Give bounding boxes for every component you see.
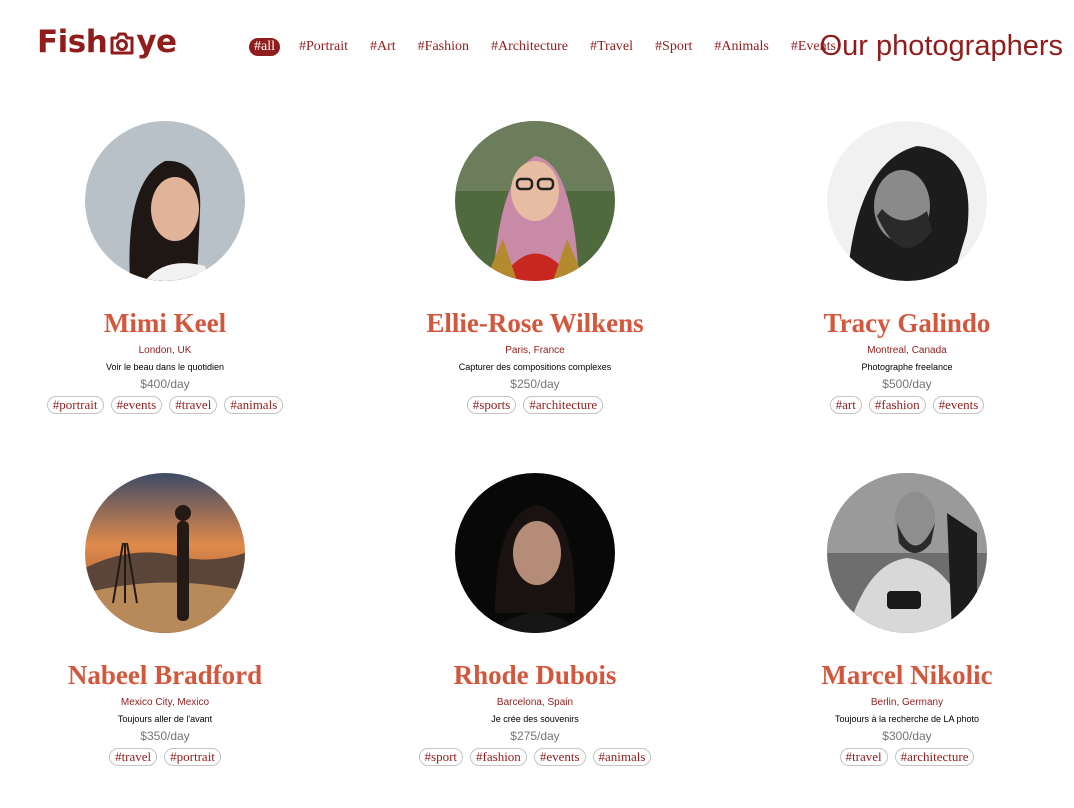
photographer-tags: #travel #architecture [839, 748, 975, 766]
photographer-name[interactable]: Nabeel Bradford [68, 658, 262, 692]
photographer-tagline: Je crée des souvenirs [491, 714, 579, 724]
tag-sport[interactable]: #sport [418, 748, 464, 766]
nav-tag-sport[interactable]: #Sport [652, 38, 695, 56]
photographer-location: Barcelona, Spain [496, 697, 574, 708]
photographer-tagline: Toujours à la recherche de LA photo [834, 714, 980, 724]
nav-tag-all[interactable]: #all [249, 38, 280, 56]
nav-tag-animals[interactable]: #Animals [711, 38, 771, 56]
photographer-tags: #travel #portrait [109, 748, 221, 766]
photographer-price: $350/day [140, 729, 190, 743]
nav-tag-travel[interactable]: #Travel [587, 38, 636, 56]
tag-fashion[interactable]: #fashion [470, 748, 527, 766]
photographer-price: $275/day [510, 729, 560, 743]
photographer-card[interactable]: Mimi Keel London, UK Voir le beau dans l… [0, 121, 330, 458]
photographer-tagline: Photographe freelance [861, 362, 953, 372]
photographer-portrait[interactable] [827, 473, 987, 633]
photographer-card[interactable]: Rhode Dubois Barcelona, Spain Je crée de… [330, 473, 740, 808]
photographer-name[interactable]: Ellie-Rose Wilkens [426, 306, 643, 340]
nav-tag-architecture[interactable]: #Architecture [488, 38, 571, 56]
tag-architecture[interactable]: #architecture [894, 748, 975, 766]
photographer-name[interactable]: Rhode Dubois [454, 658, 617, 692]
photographer-tags: #sports #architecture [466, 396, 604, 414]
page-title: Our photographers [819, 30, 1063, 62]
photographer-price: $250/day [510, 377, 560, 391]
photographer-name[interactable]: Marcel Nikolic [821, 658, 992, 692]
photographer-portrait[interactable] [85, 473, 245, 633]
site-header: Fish ye #all #Portrait #Art #Fashion #Ar… [0, 0, 1074, 90]
photographer-location: Montreal, Canada [867, 345, 947, 356]
photographer-tags: #sport #fashion #events #animals [418, 748, 652, 766]
photographer-card[interactable]: Marcel Nikolic Berlin, Germany Toujours … [740, 473, 1074, 808]
tag-sports[interactable]: #sports [466, 396, 517, 414]
tag-travel[interactable]: #travel [109, 748, 158, 766]
photographer-tagline: Voir le beau dans le quotidien [105, 362, 225, 372]
tag-animals[interactable]: #animals [224, 396, 284, 414]
photographer-card[interactable]: Ellie-Rose Wilkens Paris, France Capture… [330, 121, 740, 458]
logo-text-start: Fish [37, 24, 108, 60]
fisheye-logo[interactable]: Fish ye [37, 24, 177, 60]
photographer-portrait[interactable] [827, 121, 987, 281]
tag-animals[interactable]: #animals [592, 748, 652, 766]
tag-events[interactable]: #events [110, 396, 163, 414]
photographer-card[interactable]: Nabeel Bradford Mexico City, Mexico Touj… [0, 473, 330, 808]
photographer-location: Paris, France [505, 345, 565, 356]
photographer-name[interactable]: Tracy Galindo [824, 306, 991, 340]
tag-fashion[interactable]: #fashion [868, 396, 926, 414]
photographer-portrait[interactable] [85, 121, 245, 281]
photographer-name[interactable]: Mimi Keel [104, 306, 226, 340]
photographer-tagline: Toujours aller de l'avant [117, 714, 213, 724]
photographer-location: London, UK [138, 345, 192, 356]
photographer-location: Berlin, Germany [870, 697, 944, 708]
tag-filter-nav: #all #Portrait #Art #Fashion #Architectu… [249, 38, 855, 56]
logo-text-end: ye [136, 24, 177, 60]
tag-travel[interactable]: #travel [839, 748, 888, 766]
photographer-tags: #portrait #events #travel #animals [46, 396, 284, 414]
photographer-price: $400/day [140, 377, 190, 391]
tag-portrait[interactable]: #portrait [46, 396, 104, 414]
tag-events[interactable]: #events [533, 748, 586, 766]
photographer-portrait[interactable] [455, 473, 615, 633]
photographer-card[interactable]: Tracy Galindo Montreal, Canada Photograp… [740, 121, 1074, 458]
photographer-tagline: Capturer des compositions complexes [458, 362, 612, 372]
tag-portrait[interactable]: #portrait [164, 748, 221, 766]
nav-tag-fashion[interactable]: #Fashion [415, 38, 472, 56]
tag-art[interactable]: #art [829, 396, 862, 414]
camera-icon [110, 32, 134, 55]
tag-travel[interactable]: #travel [169, 396, 218, 414]
photographers-grid: Mimi Keel London, UK Voir le beau dans l… [0, 121, 1074, 808]
nav-tag-portrait[interactable]: #Portrait [296, 38, 351, 56]
photographer-portrait[interactable] [455, 121, 615, 281]
photographer-price: $300/day [882, 729, 932, 743]
photographer-price: $500/day [882, 377, 932, 391]
tag-events[interactable]: #events [932, 396, 985, 414]
photographer-tags: #art #fashion #events [829, 396, 985, 414]
tag-architecture[interactable]: #architecture [523, 396, 604, 414]
nav-tag-art[interactable]: #Art [367, 38, 399, 56]
photographer-location: Mexico City, Mexico [120, 697, 210, 708]
